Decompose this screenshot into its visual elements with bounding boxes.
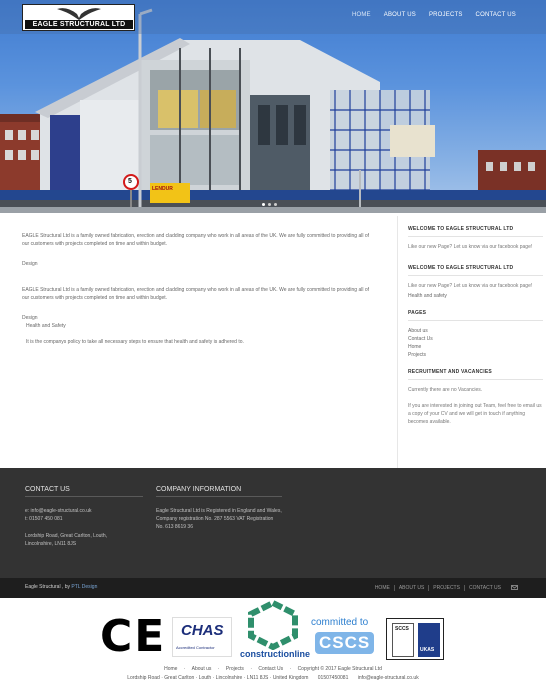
footer-nav: HOME ABOUT US PROJECTS CONTACT US [371, 585, 518, 591]
health-safety-text: It is the companys policy to take all ne… [26, 339, 244, 345]
ce-mark-text: CE [100, 611, 167, 662]
chas-accredited-text: Accredited Contractor [176, 645, 215, 650]
sidebar-welcome-title: WELCOME TO EAGLE STRUCTURAL LTD [408, 226, 543, 237]
bottom-link-projects[interactable]: Projects [226, 666, 244, 672]
footer-contact-title: CONTACT US [25, 486, 143, 497]
cscs-committed-text: committed to [311, 617, 369, 628]
site-logo[interactable]: EAGLE STRUCTURAL LTD [22, 4, 135, 31]
chas-logo: CHAS Accredited Contractor [172, 617, 232, 657]
bottom-link-contact-us[interactable]: Contact Us [258, 666, 283, 672]
bottom-phone: 01507450081 [317, 675, 349, 681]
design-label: Design [22, 261, 38, 267]
copyright-prefix: Eagle Structural , by [25, 584, 71, 590]
sidebar-page-about-us[interactable]: About us [408, 327, 543, 335]
nav-about-us[interactable]: ABOUT US [384, 12, 416, 18]
footer-nav-home[interactable]: HOME [371, 585, 395, 591]
nav-projects[interactable]: PROJECTS [429, 12, 463, 18]
bottom-link-home[interactable]: Home [164, 666, 177, 672]
hoarding-banner-label: LENDUR [152, 186, 173, 192]
designer-link[interactable]: PTL Design [71, 584, 97, 590]
health-safety-title: Health and Safety [26, 323, 66, 329]
footer-nav-about-us[interactable]: ABOUT US [395, 585, 430, 591]
chas-logo-text: CHAS [181, 622, 224, 639]
cscs-text: CSCS [315, 632, 375, 654]
footer-nav-contact-us[interactable]: CONTACT US [465, 585, 505, 591]
bottom-link-separator: · [289, 666, 292, 672]
slider-dot[interactable] [268, 203, 271, 206]
footer-company-text: Eagle Structural Ltd is Registered in En… [156, 508, 282, 530]
sidebar-page-projects[interactable]: Projects [408, 351, 543, 359]
constructionline-emblem-icon [248, 599, 298, 651]
sccs-text: SCCS [395, 626, 409, 632]
ukas-text: UKAS [420, 647, 435, 653]
slider-dot[interactable] [262, 203, 265, 206]
sidebar-recruitment-text: Currently there are no Vacancies. [408, 387, 483, 393]
sidebar-welcome-text: Like our new Page? Let us know via our f… [408, 283, 533, 289]
bottom-link-about-us[interactable]: About us [192, 666, 212, 672]
speed-sign-label: 5 [128, 178, 132, 185]
intro-paragraph: EAGLE Structural Ltd is a family owned f… [22, 287, 370, 301]
sidebar-page-home[interactable]: Home [408, 343, 543, 351]
nav-home[interactable]: HOME [352, 12, 371, 18]
sidebar-welcome-text: Like our new Page? Let us know via our f… [408, 244, 533, 250]
sidebar: WELCOME TO EAGLE STRUCTURAL LTD Like our… [397, 216, 543, 468]
sidebar-recruitment-title: RECRUITMENT AND VACANCIES [408, 369, 543, 380]
slider-dot[interactable] [274, 203, 277, 206]
footer-email[interactable]: e: info@eagle-structural.co.uk [25, 507, 143, 515]
footer-phone: t: 01507 450 081 [25, 516, 63, 522]
bottom-link-separator: · [183, 666, 186, 672]
envelope-icon[interactable] [511, 585, 518, 590]
footer-address-line: Lincolnshire, LN11 8JS [25, 541, 77, 547]
ce-mark-logo: CE [100, 614, 164, 660]
bottom-email[interactable]: info@eagle-structural.co.uk [350, 675, 419, 681]
constructionline-text: constructionline [240, 649, 311, 659]
sidebar-welcome-title: WELCOME TO EAGLE STRUCTURAL LTD [408, 265, 543, 276]
logo-text: EAGLE STRUCTURAL LTD [25, 20, 133, 29]
sidebar-pages-title: PAGES [408, 310, 543, 321]
cscs-logo: committed to CSCS [309, 617, 377, 659]
site-footer: CONTACT US e: info@eagle-structural.co.u… [0, 468, 546, 578]
bottom-copyright: Copyright © 2017 Eagle Structural Ltd [297, 666, 382, 672]
hero-banner: 5 LENDUR EAGLE STRUCTURAL LTD HOME ABOUT… [0, 0, 546, 213]
bottom-link-separator: · [250, 666, 252, 672]
intro-paragraph: EAGLE Structural Ltd is a family owned f… [22, 233, 370, 247]
footer-nav-projects[interactable]: PROJECTS [429, 585, 465, 591]
sidebar-recruitment-text: If you are interested in joining out Tea… [408, 403, 542, 425]
copyright-bar: Eagle Structural , by PTL Design HOME AB… [0, 578, 546, 598]
footer-address-line: Lordship Road, Great Carlton, Louth, [25, 533, 107, 539]
footer-company: COMPANY INFORMATION Eagle Structural Ltd… [156, 486, 282, 531]
accreditation-section: CE CHAS Accredited Contractor constructi… [0, 598, 546, 686]
main-nav: HOME ABOUT US PROJECTS CONTACT US [352, 12, 516, 18]
design-label: Design [22, 315, 38, 321]
footer-contact: CONTACT US e: info@eagle-structural.co.u… [25, 486, 143, 548]
bottom-address-row: Lordship Road · Great Carlton · Louth · … [0, 675, 546, 681]
main-content: EAGLE Structural Ltd is a family owned f… [22, 232, 374, 358]
bottom-address: Lordship Road · Great Carlton · Louth · … [127, 675, 309, 681]
sccs-ukas-logo: SCCS UKAS [386, 618, 444, 660]
constructionline-logo: constructionline [240, 599, 310, 664]
bottom-link-separator: · [217, 666, 220, 672]
nav-contact-us[interactable]: CONTACT US [476, 12, 516, 18]
footer-company-title: COMPANY INFORMATION [156, 486, 282, 497]
copyright-text: Eagle Structural , by PTL Design [25, 584, 97, 590]
sidebar-link-health-safety[interactable]: Health and safety [408, 292, 543, 300]
slider-dots [262, 203, 277, 206]
bottom-links-row: Home · About us · Projects · Contact Us … [0, 666, 546, 672]
sidebar-page-contact-us[interactable]: Contact Us [408, 335, 543, 343]
